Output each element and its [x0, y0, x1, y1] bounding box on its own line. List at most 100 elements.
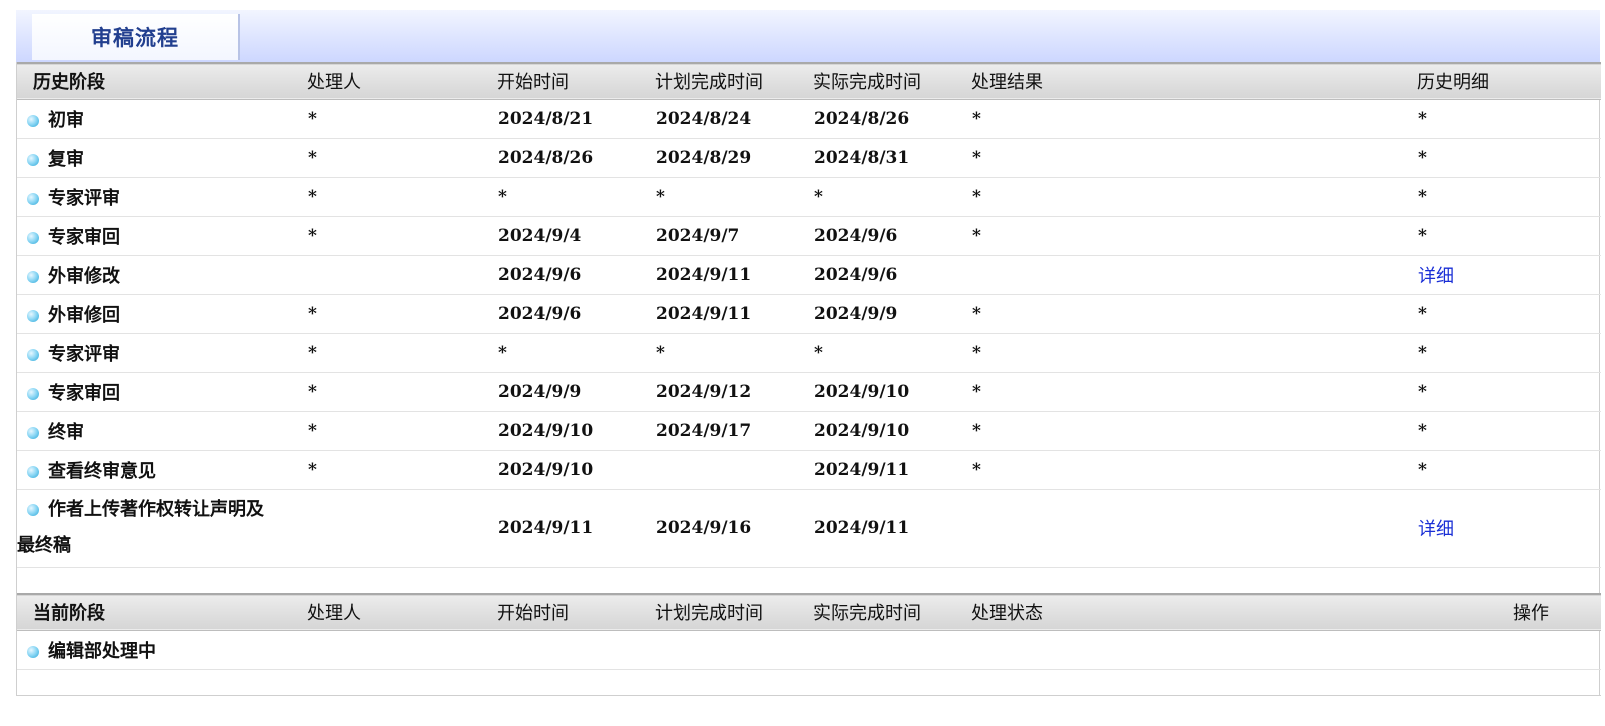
- col-handler: 处理人: [307, 72, 361, 94]
- stage-cell: 作者上传著作权转让声明及 最终稿: [17, 489, 307, 568]
- detail-cell: *: [1417, 294, 1601, 334]
- handler-cell: [307, 255, 497, 295]
- bullet-icon: [27, 348, 39, 361]
- plan-cell: 2024/8/29: [655, 138, 813, 178]
- handler-cell: *: [307, 333, 497, 373]
- result-cell: *: [971, 450, 1417, 490]
- detail-link[interactable]: 详细: [1418, 519, 1454, 540]
- actual-cell: 2024/8/26: [813, 99, 971, 139]
- handler-cell: *: [307, 138, 497, 178]
- table-row: 复审 * 2024/8/26 2024/8/29 2024/8/31 * *: [17, 138, 1601, 178]
- start-cell: 2024/8/26: [497, 138, 655, 178]
- plan-cell: 2024/8/24: [655, 99, 813, 139]
- start-cell: 2024/8/21: [497, 99, 655, 139]
- history-header-row: 历史阶段 处理人 开始时间 计划完成时间 实际完成时间 处理结果 历史明细: [17, 63, 1601, 99]
- handler-cell: *: [307, 177, 497, 217]
- result-cell: *: [971, 294, 1417, 334]
- col-start-time: 开始时间: [497, 72, 569, 94]
- col-status: 处理状态: [971, 603, 1043, 625]
- actual-cell: *: [813, 333, 971, 373]
- actual-cell: 2024/9/9: [813, 294, 971, 334]
- bullet-icon: [27, 270, 39, 283]
- result-cell: *: [971, 216, 1417, 256]
- spacer-row: [17, 669, 1601, 696]
- plan-cell: *: [655, 177, 813, 217]
- actual-cell: *: [813, 177, 971, 217]
- detail-cell: *: [1417, 372, 1601, 412]
- start-cell: *: [497, 177, 655, 217]
- result-cell: *: [971, 138, 1417, 178]
- table-row: 专家评审 * * * * * *: [17, 333, 1601, 373]
- stage-cell: 编辑部处理中: [17, 630, 307, 670]
- stage-cell: 查看终审意见: [17, 450, 307, 490]
- bullet-icon: [27, 387, 39, 400]
- actual-cell: 2024/8/31: [813, 138, 971, 178]
- handler-cell: *: [307, 99, 497, 139]
- bullet-icon: [27, 192, 39, 205]
- handler-cell: [307, 489, 497, 568]
- table-row: 编辑部处理中: [17, 630, 1601, 670]
- history-section: 历史阶段 处理人 开始时间 计划完成时间 实际完成时间 处理结果 历史明细 初审…: [16, 62, 1601, 696]
- col-action: 操作: [1513, 603, 1549, 625]
- plan-cell: 2024/9/16: [655, 489, 813, 568]
- detail-cell: *: [1417, 411, 1601, 451]
- detail-link[interactable]: 详细: [1418, 266, 1454, 287]
- stage-cell: 专家评审: [17, 333, 307, 373]
- start-cell: 2024/9/6: [497, 255, 655, 295]
- spacer-row: [17, 567, 1601, 593]
- table-row: 外审修回 * 2024/9/6 2024/9/11 2024/9/9 * *: [17, 294, 1601, 334]
- detail-cell: 详细: [1417, 255, 1601, 295]
- actual-cell: 2024/9/6: [813, 255, 971, 295]
- table-row: 初审 * 2024/8/21 2024/8/24 2024/8/26 * *: [17, 99, 1601, 139]
- current-header-row: 当前阶段 处理人 开始时间 计划完成时间 实际完成时间 处理状态 操作: [17, 594, 1601, 630]
- handler-cell: *: [307, 450, 497, 490]
- table-row: 查看终审意见 * 2024/9/10 2024/9/11 * *: [17, 450, 1601, 490]
- stage-cell: 复审: [17, 138, 307, 178]
- start-cell: *: [497, 333, 655, 373]
- plan-cell: 2024/9/11: [655, 255, 813, 295]
- col-result: 处理结果: [971, 72, 1043, 94]
- result-cell: *: [971, 411, 1417, 451]
- plan-cell: 2024/9/7: [655, 216, 813, 256]
- detail-cell: *: [1417, 216, 1601, 256]
- col-actual-time: 实际完成时间: [813, 72, 921, 94]
- col-history-detail: 历史明细: [1417, 72, 1489, 94]
- plan-cell: *: [655, 333, 813, 373]
- tab-review-process[interactable]: 审稿流程: [32, 14, 240, 60]
- detail-cell: 详细: [1417, 489, 1601, 568]
- start-cell: 2024/9/10: [497, 411, 655, 451]
- review-process-panel: 审稿流程 历史阶段 处理人 开始时间 计划完成时间 实际完成时间 处理结果 历史…: [16, 10, 1601, 696]
- table-row: 终审 * 2024/9/10 2024/9/17 2024/9/10 * *: [17, 411, 1601, 451]
- bullet-icon: [27, 231, 39, 244]
- table-row: 专家评审 * * * * * *: [17, 177, 1601, 217]
- bullet-icon: [27, 309, 39, 322]
- col-plan-time: 计划完成时间: [655, 72, 763, 94]
- plan-cell: 2024/9/12: [655, 372, 813, 412]
- stage-cell: 专家审回: [17, 216, 307, 256]
- stage-cell: 初审: [17, 99, 307, 139]
- stage-cell: 专家审回: [17, 372, 307, 412]
- result-cell: *: [971, 333, 1417, 373]
- tab-bar: 审稿流程: [16, 10, 1600, 62]
- col-plan-time: 计划完成时间: [655, 603, 763, 625]
- bullet-icon: [27, 504, 39, 516]
- handler-cell: *: [307, 372, 497, 412]
- handler-cell: *: [307, 216, 497, 256]
- detail-cell: *: [1417, 99, 1601, 139]
- stage-cell: 外审修改: [17, 255, 307, 295]
- result-cell: *: [971, 99, 1417, 139]
- start-cell: 2024/9/9: [497, 372, 655, 412]
- actual-cell: 2024/9/10: [813, 372, 971, 412]
- stage-cell: 专家评审: [17, 177, 307, 217]
- current-table: 当前阶段 处理人 开始时间 计划完成时间 实际完成时间 处理状态 操作 编辑部处…: [17, 593, 1601, 696]
- result-cell: [971, 255, 1417, 295]
- detail-cell: *: [1417, 333, 1601, 373]
- bullet-icon: [27, 426, 39, 439]
- start-cell: 2024/9/4: [497, 216, 655, 256]
- stage-cell: 终审: [17, 411, 307, 451]
- history-table: 历史阶段 处理人 开始时间 计划完成时间 实际完成时间 处理结果 历史明细 初审…: [17, 62, 1601, 593]
- table-row: 作者上传著作权转让声明及 最终稿 2024/9/11 2024/9/16 2024…: [17, 489, 1601, 568]
- col-current-stage: 当前阶段: [33, 603, 105, 625]
- start-cell: 2024/9/6: [497, 294, 655, 334]
- col-history-stage: 历史阶段: [33, 72, 105, 94]
